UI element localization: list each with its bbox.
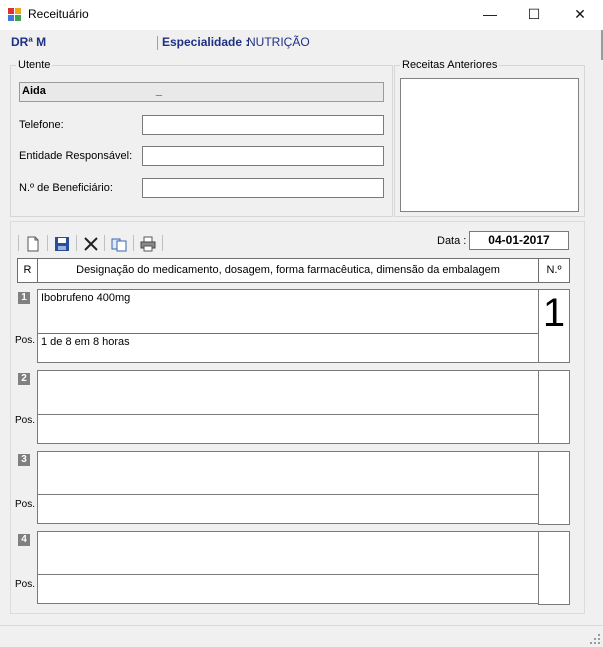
designation-cell[interactable] [37,451,539,496]
header-separator [157,36,158,50]
save-icon[interactable] [54,236,70,252]
posology-cell[interactable] [37,574,539,604]
window-title: Receituário [28,7,89,21]
column-header-designation: Designação do medicamento, dosagem, form… [37,258,539,283]
close-button[interactable]: ✕ [557,0,603,30]
quantity-cell[interactable] [538,451,570,525]
patient-name-field: Aida _ [19,82,384,102]
designation-cell[interactable] [37,531,539,576]
date-field[interactable]: 04-01-2017 [469,231,569,250]
beneficiario-label: N.º de Beneficiário: [19,182,113,194]
status-bar [0,625,603,647]
print-icon[interactable] [140,236,156,252]
posology-cell[interactable] [37,494,539,524]
column-header-qty: N.º [538,258,570,283]
column-header-r: R [17,258,38,283]
quantity-cell[interactable] [538,531,570,605]
maximize-button[interactable]: ☐ [511,0,557,30]
telefone-input[interactable] [142,115,384,135]
row-number: 2 [18,373,30,385]
designation-cell[interactable]: Ibobrufeno 400mg [37,289,539,334]
new-document-icon[interactable] [25,236,41,252]
date-label: Data : [437,235,467,247]
posology-label: Pos. [15,335,36,346]
title-bar: Receituário — ☐ ✕ [0,0,603,30]
toolbar-separator [133,235,134,251]
posology-cell[interactable] [37,414,539,444]
minimize-button[interactable]: — [467,0,513,30]
toolbar-separator [162,235,163,251]
specialty-label: Especialidade : [162,35,250,49]
telefone-label: Telefone: [19,119,64,131]
designation-cell[interactable] [37,370,539,415]
toolbar-grip [18,235,19,251]
doctor-name: DRª M [11,35,47,49]
row-number: 3 [18,454,30,466]
quantity-cell[interactable]: 1 [538,289,570,363]
resize-grip-icon[interactable] [590,634,600,644]
specialty-value: NUTRIÇÃO [247,35,310,49]
beneficiario-input[interactable] [142,178,384,198]
row-number: 1 [18,292,30,304]
copy-icon[interactable] [111,236,127,252]
posology-label: Pos. [15,579,36,590]
previous-prescriptions-list[interactable] [400,78,579,212]
row-number: 4 [18,534,30,546]
utente-group-title: Utente [16,59,53,71]
toolbar-separator [104,235,105,251]
entidade-input[interactable] [142,146,384,166]
posology-cell[interactable]: 1 de 8 em 8 horas [37,333,539,363]
app-icon [8,8,21,21]
entidade-label: Entidade Responsável: [19,150,133,162]
quantity-cell[interactable] [538,370,570,444]
posology-label: Pos. [15,415,36,426]
posology-label: Pos. [15,499,36,510]
toolbar-separator [76,235,77,251]
previous-prescriptions-title: Receitas Anteriores [400,59,500,71]
toolbar-separator [47,235,48,251]
delete-icon[interactable] [83,236,99,252]
